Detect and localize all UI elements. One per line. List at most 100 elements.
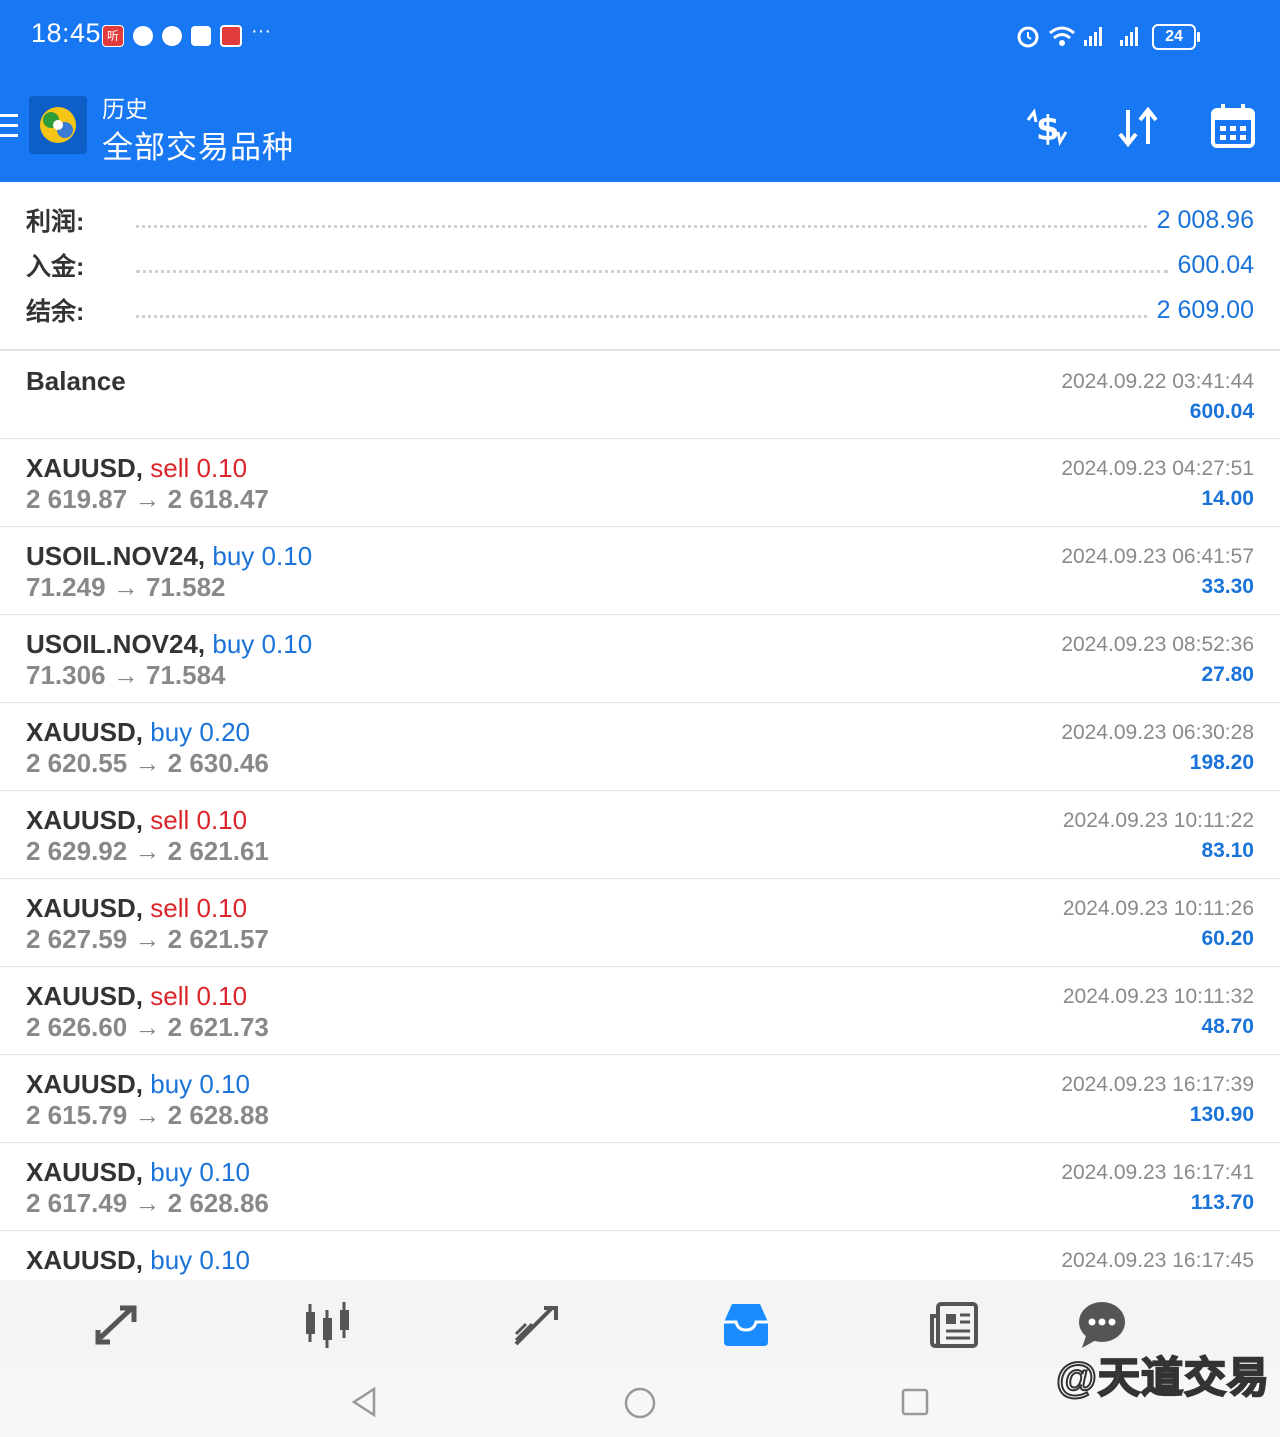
deal-row[interactable]: XAUUSD, sell 0.10 2 627.59 → 2 621.57 2024… bbox=[0, 879, 1280, 967]
deal-title: XAUUSD, buy 0.10 bbox=[26, 1157, 250, 1188]
notification-app-icon bbox=[220, 25, 242, 47]
deal-row[interactable]: XAUUSD, sell 0.10 2 619.87 → 2 618.47 2024… bbox=[0, 439, 1280, 527]
deal-prices: 71.249 → 71.582 bbox=[26, 572, 226, 602]
deal-title: XAUUSD, buy 0.10 bbox=[26, 1245, 250, 1276]
alarm-icon bbox=[1017, 26, 1039, 48]
deal-symbol: XAUUSD, bbox=[26, 805, 144, 835]
back-icon[interactable] bbox=[350, 1386, 380, 1418]
nav-chart[interactable] bbox=[302, 1300, 354, 1350]
deal-profit: 14.00 bbox=[1201, 487, 1254, 510]
notification-app-icon bbox=[133, 26, 153, 46]
deal-prices: 2 620.55 → 2 630.46 bbox=[26, 748, 269, 778]
more-notifications-icon: ··· bbox=[251, 20, 271, 42]
history-icon bbox=[724, 1304, 768, 1346]
deal-profit: 48.70 bbox=[1201, 1015, 1254, 1038]
summary-dots bbox=[136, 269, 1168, 273]
wifi-icon bbox=[1049, 26, 1075, 46]
deal-prices: 71.306 → 71.584 bbox=[26, 660, 226, 690]
deal-symbol: XAUUSD, bbox=[26, 1069, 144, 1099]
summary-label: 结余: bbox=[26, 298, 85, 326]
deal-prices: 2 619.87 → 2 618.47 bbox=[26, 484, 269, 514]
notification-icons: 听 ··· bbox=[102, 20, 271, 47]
deal-volume: 0.20 bbox=[199, 717, 251, 747]
page-subtitle: 历史 bbox=[102, 96, 148, 122]
deal-row[interactable]: XAUUSD, sell 0.10 2 626.60 → 2 621.73 2024… bbox=[0, 967, 1280, 1055]
deal-row[interactable]: XAUUSD, buy 0.10 2 617.49 → 2 628.86 2024.… bbox=[0, 1143, 1280, 1231]
summary-deposit-row: 入金: 600.04 bbox=[26, 245, 1254, 285]
deal-symbol: XAUUSD, bbox=[26, 1157, 144, 1187]
deal-volume: 0.10 bbox=[261, 629, 313, 659]
deal-side: buy bbox=[212, 629, 255, 659]
watermark: @天道交易 bbox=[1055, 1353, 1270, 1402]
notification-app-icon: 听 bbox=[102, 25, 124, 47]
summary-dots bbox=[136, 224, 1147, 228]
app-bar: 历史 全部交易品种 $ bbox=[0, 72, 1280, 182]
deal-volume: 0.10 bbox=[199, 1245, 251, 1275]
deal-profit: 33.30 bbox=[1201, 575, 1254, 598]
deal-time: 2024.09.23 10:11:32 bbox=[1062, 985, 1254, 1008]
deal-side: buy bbox=[150, 717, 193, 747]
summary-profit-row: 利润: 2 008.96 bbox=[26, 200, 1254, 240]
deal-volume: 0.10 bbox=[196, 805, 248, 835]
deal-time: 2024.09.23 10:11:26 bbox=[1062, 897, 1254, 920]
deal-volume: 0.10 bbox=[199, 1157, 251, 1187]
trade-icon bbox=[514, 1306, 558, 1346]
deal-profit: 600.04 bbox=[1189, 400, 1254, 423]
summary-value: 2 008.96 bbox=[1156, 205, 1254, 234]
nav-chat[interactable] bbox=[1076, 1300, 1128, 1350]
deal-side: sell bbox=[150, 893, 190, 923]
deal-time: 2024.09.23 04:27:51 bbox=[1061, 457, 1254, 480]
svg-text:$: $ bbox=[1036, 109, 1060, 149]
menu-icon[interactable] bbox=[0, 114, 18, 138]
deal-list: Balance 2024.09.22 03:41:44 600.04 XAUUS… bbox=[0, 350, 1280, 1319]
nav-history[interactable] bbox=[720, 1300, 772, 1350]
history-summary: 利润: 2 008.96 入金: 600.04 结余: 2 609.00 bbox=[0, 182, 1280, 351]
chat-icon bbox=[1079, 1302, 1125, 1348]
deal-volume: 0.10 bbox=[196, 981, 248, 1011]
summary-balance-row: 结余: 2 609.00 bbox=[26, 290, 1254, 330]
system-status-icons bbox=[1017, 26, 1138, 48]
deal-symbol: USOIL.NOV24, bbox=[26, 629, 206, 659]
calendar-button[interactable] bbox=[1208, 102, 1258, 152]
chart-icon bbox=[306, 1302, 349, 1348]
home-icon[interactable] bbox=[623, 1386, 657, 1420]
nav-quotes[interactable] bbox=[92, 1300, 144, 1350]
deal-side: sell bbox=[150, 805, 190, 835]
page-title[interactable]: 全部交易品种 bbox=[102, 122, 294, 167]
nav-trade[interactable] bbox=[512, 1300, 564, 1350]
nav-news[interactable] bbox=[928, 1300, 980, 1350]
deal-side: sell bbox=[150, 453, 190, 483]
deal-row[interactable]: XAUUSD, buy 0.20 2 620.55 → 2 630.46 2024.… bbox=[0, 703, 1280, 791]
deal-profit: 27.80 bbox=[1201, 663, 1254, 686]
deal-row[interactable]: USOIL.NOV24, buy 0.10 71.249 → 71.582 2024… bbox=[0, 527, 1280, 615]
deal-time: 2024.09.23 16:17:41 bbox=[1061, 1161, 1254, 1184]
sort-button[interactable] bbox=[1114, 102, 1164, 152]
deal-profit: 198.20 bbox=[1189, 751, 1254, 774]
deal-profit: 130.90 bbox=[1189, 1103, 1254, 1126]
deal-symbol: XAUUSD, bbox=[26, 453, 144, 483]
recent-apps-icon[interactable] bbox=[900, 1386, 930, 1418]
deal-symbol: USOIL.NOV24, bbox=[26, 541, 206, 571]
deal-symbol: XAUUSD, bbox=[26, 981, 144, 1011]
deal-volume: 0.10 bbox=[261, 541, 313, 571]
deal-prices: 2 627.59 → 2 621.57 bbox=[26, 924, 269, 954]
deal-row[interactable]: XAUUSD, buy 0.10 2 615.79 → 2 628.88 2024.… bbox=[0, 1055, 1280, 1143]
balance-label: Balance bbox=[26, 366, 126, 396]
deal-time: 2024.09.23 08:52:36 bbox=[1061, 633, 1254, 656]
quotes-icon bbox=[95, 1305, 137, 1345]
deal-side: buy bbox=[150, 1157, 193, 1187]
summary-value: 600.04 bbox=[1177, 250, 1254, 279]
deal-time: 2024.09.23 10:11:22 bbox=[1062, 809, 1254, 832]
deal-title: XAUUSD, sell 0.10 bbox=[26, 981, 247, 1012]
app-logo bbox=[29, 96, 87, 154]
notification-app-icon bbox=[162, 26, 182, 46]
deal-title: XAUUSD, buy 0.10 bbox=[26, 1069, 250, 1100]
currency-exchange-button[interactable]: $ bbox=[1022, 102, 1072, 152]
deal-title: USOIL.NOV24, buy 0.10 bbox=[26, 629, 312, 660]
balance-row[interactable]: Balance 2024.09.22 03:41:44 600.04 bbox=[0, 350, 1280, 439]
deal-row[interactable]: XAUUSD, sell 0.10 2 629.92 → 2 621.61 2024… bbox=[0, 791, 1280, 879]
deal-row[interactable]: USOIL.NOV24, buy 0.10 71.306 → 71.584 2024… bbox=[0, 615, 1280, 703]
deal-symbol: XAUUSD, bbox=[26, 893, 144, 923]
calendar-icon bbox=[1211, 104, 1255, 148]
deal-time: 2024.09.23 06:41:57 bbox=[1061, 545, 1254, 568]
